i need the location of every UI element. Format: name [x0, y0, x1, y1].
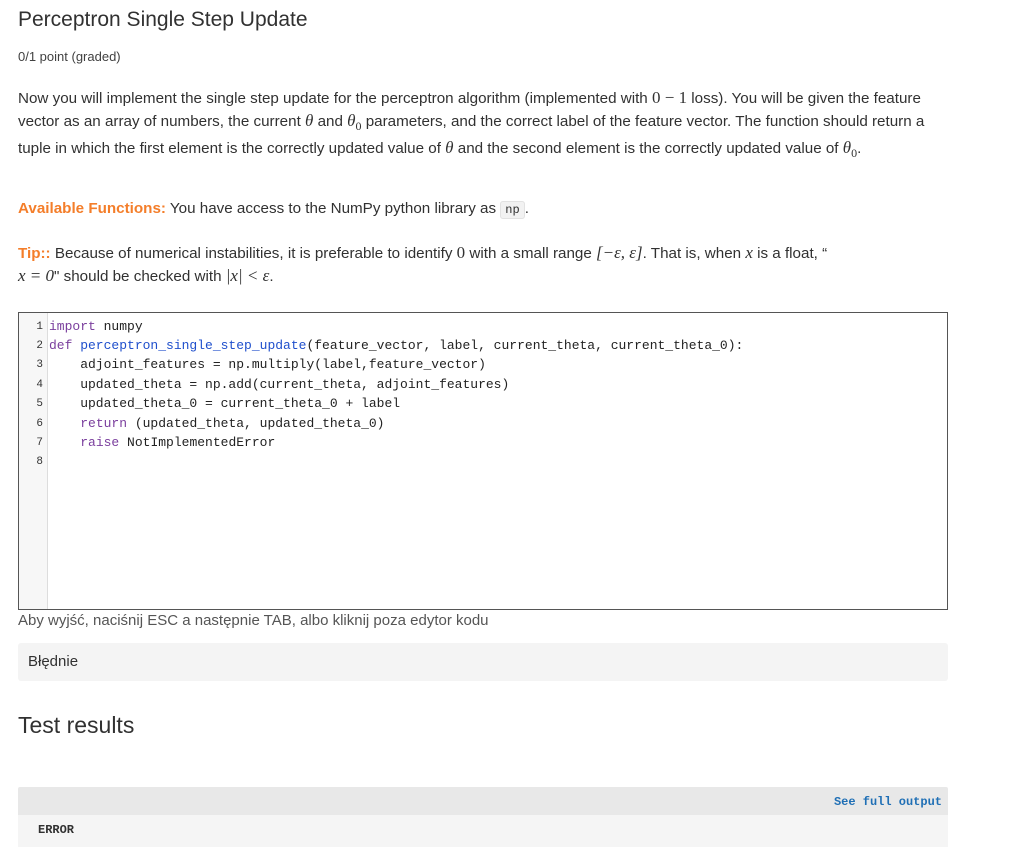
line-number: 1 [36, 321, 43, 333]
line-number: 6 [36, 418, 43, 430]
code-line-3[interactable]: adjoint_features = np.multiply(label,fea… [49, 356, 486, 374]
line-number-gutter: 1 2 3 4 5 6 7 8 [19, 313, 48, 609]
code-line-4[interactable]: updated_theta = np.add(current_theta, ad… [49, 376, 509, 394]
code-line-6[interactable]: return (updated_theta, updated_theta_0) [49, 415, 384, 433]
line-number: 4 [36, 379, 43, 391]
code-line-7[interactable]: raise NotImplementedError [49, 434, 275, 452]
test-results-panel: See full output ERROR [18, 787, 948, 847]
available-functions-label: Available Functions: [18, 200, 166, 217]
test-results-body: ERROR [18, 815, 948, 847]
tip-paragraph: Tip:: Because of numerical instabilities… [18, 243, 828, 285]
answer-status: Błędnie [18, 643, 948, 681]
problem-description: Now you will implement the single step u… [18, 88, 925, 161]
line-number: 2 [36, 340, 43, 352]
tip-label: Tip:: [18, 245, 51, 262]
code-line-1[interactable]: import numpy [49, 318, 143, 336]
code-editor[interactable]: 1 2 3 4 5 6 7 8 import numpy def percept… [18, 312, 948, 610]
problem-title: Perceptron Single Step Update [18, 8, 308, 31]
error-label: ERROR [38, 823, 75, 837]
line-number: 8 [36, 456, 43, 468]
code-line-5[interactable]: updated_theta_0 = current_theta_0 + labe… [49, 395, 400, 413]
editor-exit-hint: Aby wyjść, naciśnij ESC a następnie TAB,… [18, 612, 489, 629]
line-number: 5 [36, 398, 43, 410]
test-results-title: Test results [18, 712, 135, 738]
points-label: 0/1 point (graded) [18, 49, 121, 64]
status-text: Błędnie [28, 653, 79, 670]
code-line-2[interactable]: def perceptron_single_step_update(featur… [49, 337, 743, 355]
see-full-output-link[interactable]: See full output [834, 795, 942, 809]
line-number: 7 [36, 437, 43, 449]
line-number: 3 [36, 359, 43, 371]
available-functions: Available Functions: You have access to … [18, 200, 529, 219]
np-code: np [500, 201, 525, 219]
